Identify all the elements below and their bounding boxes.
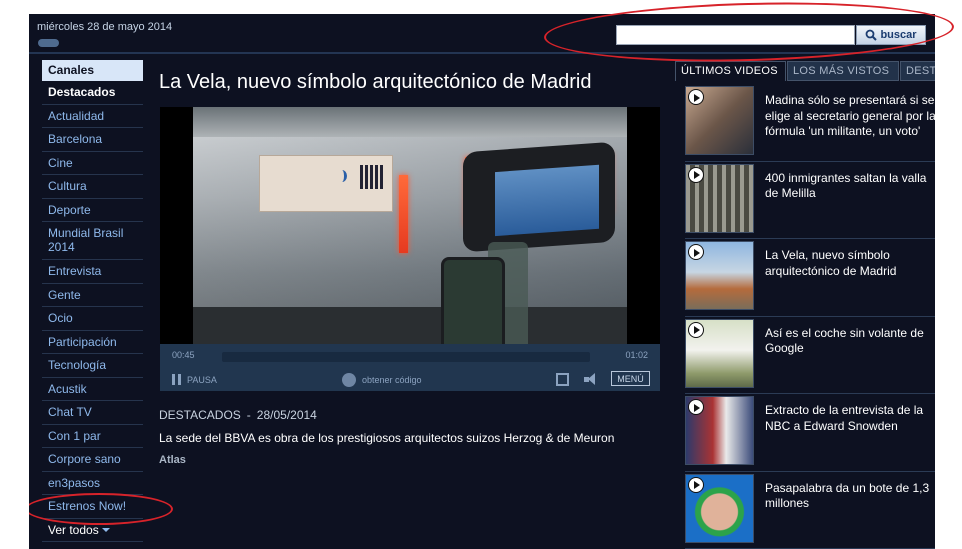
sidebar-item-deporte[interactable]: Deporte <box>42 199 143 222</box>
sidebar-item-cultura[interactable]: Cultura <box>42 175 143 199</box>
fullscreen-icon[interactable] <box>556 373 569 386</box>
video-title: La Vela, nuevo símbolo arquitectónico de… <box>159 71 592 93</box>
sidebar-item-mundial-brasil[interactable]: Mundial Brasil 2014 <box>42 222 143 260</box>
scene-device <box>463 141 615 253</box>
sidebar-item-ocio[interactable]: Ocio <box>42 307 143 331</box>
tab-destacados[interactable]: DEST <box>900 61 935 81</box>
divider <box>29 52 935 54</box>
video-description: La sede del BBVA es obra de los prestigi… <box>159 431 615 445</box>
scene-phone <box>441 257 505 344</box>
qr-code-icon <box>360 165 384 189</box>
play-icon <box>688 399 704 415</box>
sidebar-item-ver-todos[interactable]: Ver todos <box>42 519 143 542</box>
volume-icon[interactable] <box>584 373 598 386</box>
video-author: Atlas <box>159 454 186 466</box>
list-item-title[interactable]: Así es el coche sin volante de Google <box>765 326 935 357</box>
scene-device-screen <box>495 164 599 237</box>
toggle-pill[interactable] <box>38 39 59 47</box>
sidebar-item-actualidad[interactable]: Actualidad <box>42 105 143 128</box>
sidebar-item-estrenos-now[interactable]: Estrenos Now! <box>42 495 143 519</box>
video-thumbnail[interactable] <box>685 396 754 465</box>
sidebar-item-barcelona[interactable]: Barcelona <box>42 128 143 152</box>
list-item-title[interactable]: Pasapalabra da un bote de 1,3 millones <box>765 481 935 512</box>
meta-separator: - <box>246 408 251 422</box>
publish-date: 28/05/2014 <box>256 408 317 422</box>
channels-header: Canales <box>42 60 143 81</box>
video-list: Madina sólo se presentará si se elige al… <box>685 84 935 549</box>
caret-down-icon <box>101 528 110 533</box>
channels-sidebar: Canales Destacados Actualidad Barcelona … <box>29 60 173 542</box>
video-frame <box>193 107 627 344</box>
ver-todos-label: Ver todos <box>48 522 99 537</box>
sidebar-item-participacion[interactable]: Participación <box>42 331 143 354</box>
play-icon <box>688 244 704 260</box>
time-current: 00:45 <box>172 350 195 360</box>
progress-bar[interactable] <box>222 352 590 362</box>
player-controls: 00:45 01:02 PAUSA obtener código MENÚ <box>160 344 660 391</box>
sidebar-item-tecnologia[interactable]: Tecnología <box>42 354 143 378</box>
embed-code-label[interactable]: obtener código <box>362 375 422 385</box>
play-icon <box>688 89 704 105</box>
scene-table <box>193 307 627 344</box>
scene-sign <box>259 155 393 212</box>
video-tabs: ÚLTIMOS VIDEOS LOS MÁS VISTOS DEST <box>675 61 935 81</box>
play-icon <box>688 321 704 338</box>
sidebar-item-cine[interactable]: Cine <box>42 152 143 175</box>
search-button[interactable]: buscar <box>856 25 926 45</box>
sidebar-item-destacados[interactable]: Destacados <box>42 81 143 105</box>
list-item-title[interactable]: Extracto de la entrevista de la NBC a Ed… <box>765 403 935 434</box>
list-item[interactable]: La Vela, nuevo símbolo arquitectónico de… <box>685 239 935 317</box>
list-item-title[interactable]: Madina sólo se presentará si se elige al… <box>765 93 935 140</box>
sidebar-item-con-1-par[interactable]: Con 1 par <box>42 425 143 448</box>
list-item[interactable]: Así es el coche sin volante de Google <box>685 317 935 394</box>
scene-led <box>399 175 408 253</box>
video-thumbnail[interactable] <box>685 86 754 155</box>
embed-code-icon[interactable] <box>342 373 356 387</box>
search-input[interactable] <box>616 25 855 45</box>
category-label[interactable]: DESTACADOS <box>159 408 241 422</box>
pause-icon[interactable] <box>172 374 182 385</box>
time-total: 01:02 <box>625 350 648 360</box>
list-item[interactable]: 400 inmigrantes saltan la valla de Melil… <box>685 162 935 239</box>
video-thumbnail[interactable] <box>685 473 754 543</box>
menu-button[interactable]: MENÚ <box>611 371 650 386</box>
search-icon <box>866 29 878 41</box>
video-player[interactable] <box>160 107 660 344</box>
sidebar-item-entrevista[interactable]: Entrevista <box>42 260 143 284</box>
play-icon <box>688 476 704 493</box>
tab-ultimos-videos[interactable]: ÚLTIMOS VIDEOS <box>675 61 786 81</box>
sidebar-item-gente[interactable]: Gente <box>42 284 143 307</box>
list-item[interactable]: Madina sólo se presentará si se elige al… <box>685 84 935 162</box>
search-button-label: buscar <box>880 29 917 41</box>
pause-label[interactable]: PAUSA <box>187 375 217 385</box>
list-item[interactable]: Extracto de la entrevista de la NBC a Ed… <box>685 394 935 472</box>
list-item[interactable]: Pasapalabra da un bote de 1,3 millones <box>685 472 935 549</box>
list-item-title[interactable]: La Vela, nuevo símbolo arquitectónico de… <box>765 248 935 279</box>
list-item-title[interactable]: 400 inmigrantes saltan la valla de Melil… <box>765 171 935 202</box>
sidebar-item-en3pasos[interactable]: en3pasos <box>42 472 143 495</box>
tab-mas-vistos[interactable]: LOS MÁS VISTOS <box>787 61 899 81</box>
play-icon <box>688 166 704 183</box>
sidebar-item-acustik[interactable]: Acustik <box>42 378 143 401</box>
video-thumbnail[interactable] <box>685 318 754 388</box>
date-label: miércoles 28 de mayo 2014 <box>37 21 173 33</box>
scene-ceiling <box>193 107 627 137</box>
wifi-icon <box>337 170 347 182</box>
video-thumbnail[interactable] <box>685 241 754 310</box>
sidebar-item-corpore-sano[interactable]: Corpore sano <box>42 448 143 472</box>
video-meta: DESTACADOS -28/05/2014 <box>159 408 317 422</box>
sidebar-item-chat-tv[interactable]: Chat TV <box>42 401 143 425</box>
video-thumbnail[interactable] <box>685 163 754 233</box>
page: miércoles 28 de mayo 2014 buscar Canales… <box>29 14 935 549</box>
